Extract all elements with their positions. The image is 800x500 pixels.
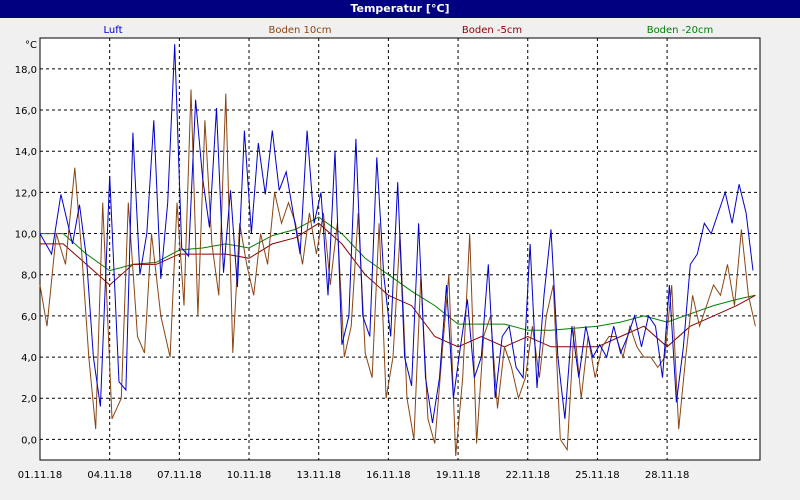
legend-item: Luft	[104, 25, 123, 36]
y-tick-label: 16,0	[15, 106, 37, 117]
x-tick-label: 28.11.18	[645, 470, 690, 481]
legend-item: Boden -20cm	[647, 25, 714, 36]
x-tick-label: 22.11.18	[505, 470, 550, 481]
y-tick-label: 4,0	[21, 353, 37, 364]
y-tick-label: 10,0	[15, 230, 37, 241]
legend-item: Boden -5cm	[462, 25, 522, 36]
x-tick-label: 04.11.18	[87, 470, 132, 481]
legend-item: Boden 10cm	[269, 25, 332, 36]
x-tick-label: 01.11.18	[18, 470, 63, 481]
x-tick-label: 10.11.18	[227, 470, 272, 481]
y-tick-label: 18,0	[15, 65, 37, 76]
x-tick-label: 25.11.18	[575, 470, 620, 481]
y-tick-label: 12,0	[15, 188, 37, 199]
window-title: Temperatur [°C]	[0, 0, 800, 18]
y-axis-unit: °C	[25, 40, 37, 51]
y-tick-label: 8,0	[21, 271, 37, 282]
y-tick-label: 0,0	[21, 435, 37, 446]
chart-window: Temperatur [°C] 0,0 2,0 4,0 6,0 8,0 10,0 12,0 1…	[0, 0, 800, 500]
y-tick-label: 6,0	[21, 312, 37, 323]
temperature-chart: 0,0 2,0 4,0 6,0 8,0 10,0 12,0 14,0 16,0 18,0 °C 01.…	[15, 25, 761, 481]
x-tick-label: 16.11.18	[366, 470, 411, 481]
y-tick-label: 2,0	[21, 394, 37, 405]
x-tick-label: 13.11.18	[296, 470, 341, 481]
x-tick-label: 07.11.18	[157, 470, 202, 481]
y-tick-label: 14,0	[15, 147, 37, 158]
x-tick-label: 19.11.18	[436, 470, 481, 481]
